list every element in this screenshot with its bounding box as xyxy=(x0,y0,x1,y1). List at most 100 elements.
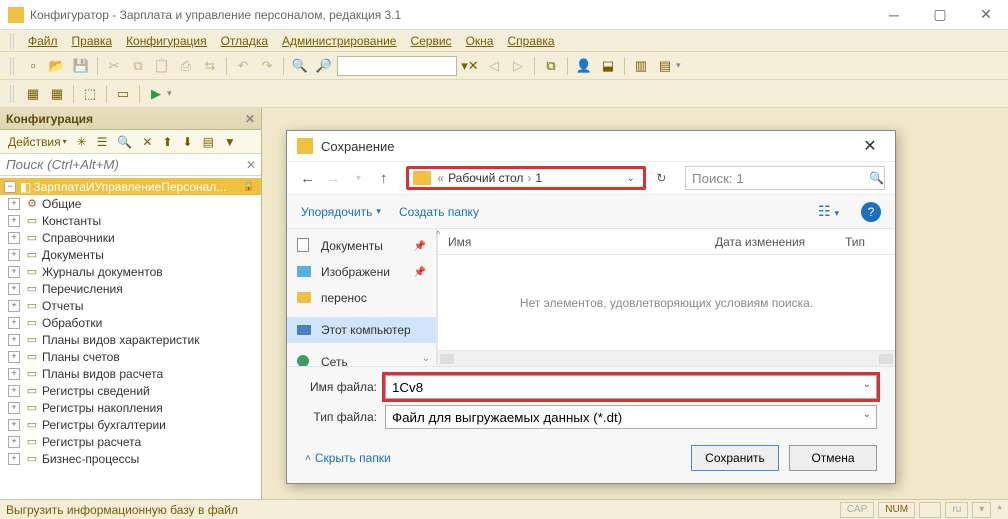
tree-item[interactable]: +▭Планы видов характеристик xyxy=(0,331,261,348)
expand-icon[interactable]: + xyxy=(8,436,20,448)
action-icon-7[interactable]: ▤ xyxy=(199,133,218,151)
tree-item[interactable]: +▭Планы счетов xyxy=(0,348,261,365)
action-icon-3[interactable]: 🔍 xyxy=(113,133,136,151)
panel-close-icon[interactable]: ✕ xyxy=(245,112,255,126)
expand-icon[interactable]: + xyxy=(8,368,20,380)
sidebar-item[interactable]: перенос xyxy=(287,285,436,311)
tree-item[interactable]: +▭Регистры накопления xyxy=(0,399,261,416)
hide-folders-toggle[interactable]: ˄ Скрыть папки xyxy=(305,451,391,465)
expand-icon[interactable]: + xyxy=(8,334,20,346)
minimize-button[interactable]: ─ xyxy=(880,5,908,25)
props-icon[interactable]: ⬓ xyxy=(597,55,619,77)
tree-item[interactable]: +▭Регистры бухгалтерии xyxy=(0,416,261,433)
save-button[interactable]: Сохранить xyxy=(691,445,779,471)
tree-item[interactable]: +▭Регистры сведений xyxy=(0,382,261,399)
sidebar-scroll-icon[interactable]: ⌄ xyxy=(422,353,430,364)
search-dropdown-icon[interactable]: ▾✕ xyxy=(459,55,481,77)
breadcrumb[interactable]: « Рабочий стол › 1 ⌄ xyxy=(406,166,645,190)
tb2-icon-2[interactable]: ▦ xyxy=(46,83,68,105)
nav-up-icon[interactable]: ↑ xyxy=(373,166,394,190)
dialog-search-input[interactable] xyxy=(692,171,869,186)
dialog-close-button[interactable]: ✕ xyxy=(855,134,885,158)
menu-file[interactable]: Файл xyxy=(22,32,64,50)
status-dropdown-icon[interactable]: ▾ xyxy=(972,502,991,518)
col-name[interactable]: ^Имя xyxy=(438,235,705,249)
run-icon[interactable]: ▶ xyxy=(145,83,167,105)
menu-debug[interactable]: Отладка xyxy=(215,32,274,50)
sidebar-item[interactable]: Этот компьютер xyxy=(287,317,436,343)
tree-item[interactable]: +▭Обработки xyxy=(0,314,261,331)
tree-item[interactable]: +▭Регистры расчета xyxy=(0,433,261,450)
expand-icon[interactable]: + xyxy=(8,232,20,244)
sidebar-item[interactable]: Документы📌 xyxy=(287,233,436,259)
menu-windows[interactable]: Окна xyxy=(460,32,500,50)
menu-help[interactable]: Справка xyxy=(501,32,560,50)
expand-icon[interactable]: + xyxy=(8,215,20,227)
tree-root[interactable]: − ◧ ЗарплатаИУправлениеПерсонал... 🔒 xyxy=(0,178,261,195)
tb2-icon-4[interactable]: ▭ xyxy=(112,83,134,105)
expand-icon[interactable]: + xyxy=(8,266,20,278)
actions-menu[interactable]: Действия▾ xyxy=(4,133,71,151)
tb2-icon-1[interactable]: ▦ xyxy=(22,83,44,105)
copy2-icon[interactable]: ⧉ xyxy=(540,55,562,77)
action-icon-1[interactable]: ✳ xyxy=(73,133,91,151)
new-folder-button[interactable]: Создать папку xyxy=(399,205,479,219)
config-tree[interactable]: − ◧ ЗарплатаИУправлениеПерсонал... 🔒 +⚙О… xyxy=(0,176,261,499)
maximize-button[interactable]: ▢ xyxy=(926,5,954,25)
breadcrumb-dropdown-icon[interactable]: ⌄ xyxy=(620,173,640,184)
nav-back-icon[interactable]: ← xyxy=(297,166,318,190)
dialog-search[interactable]: 🔍 xyxy=(685,166,885,190)
expand-icon[interactable]: − xyxy=(4,181,16,193)
menu-administration[interactable]: Администрирование xyxy=(276,32,402,50)
run-dropdown-icon[interactable]: ▾ xyxy=(167,88,172,99)
expand-icon[interactable]: + xyxy=(8,453,20,465)
col-date[interactable]: Дата изменения xyxy=(705,235,835,249)
filename-input[interactable] xyxy=(385,375,877,399)
help-icon[interactable]: ? xyxy=(861,202,881,222)
expand-icon[interactable]: + xyxy=(8,249,20,261)
tree-item[interactable]: +▭Отчеты xyxy=(0,297,261,314)
action-icon-4[interactable]: ✕ xyxy=(138,133,156,151)
tree-item[interactable]: +▭Бизнес-процессы xyxy=(0,450,261,467)
toolbar-search-input[interactable] xyxy=(337,56,457,76)
action-icon-6[interactable]: ⬇ xyxy=(179,133,197,151)
toolbar-dropdown-icon[interactable]: ▾ xyxy=(676,60,681,71)
filetype-select[interactable] xyxy=(385,405,877,429)
crumb-desktop[interactable]: Рабочий стол xyxy=(444,171,527,185)
crumb-folder[interactable]: 1 xyxy=(531,171,546,185)
syntax-assistant-icon[interactable]: 👤 xyxy=(573,55,595,77)
find-icon[interactable]: 🔍 xyxy=(289,55,311,77)
expand-icon[interactable]: + xyxy=(8,283,20,295)
tb2-icon-3[interactable]: ⬚ xyxy=(79,83,101,105)
sidebar-item[interactable]: Сеть xyxy=(287,349,436,366)
organize-menu[interactable]: Упорядочить ▾ xyxy=(301,205,381,219)
expand-icon[interactable]: + xyxy=(8,402,20,414)
tree-item[interactable]: +▭Справочники xyxy=(0,229,261,246)
tree-item[interactable]: +⚙Общие xyxy=(0,195,261,212)
expand-icon[interactable]: + xyxy=(8,317,20,329)
menu-configuration[interactable]: Конфигурация xyxy=(120,32,213,50)
tree-item[interactable]: +▭Документы xyxy=(0,246,261,263)
expand-icon[interactable]: + xyxy=(8,419,20,431)
status-lang[interactable]: ru xyxy=(945,502,968,518)
expand-icon[interactable]: + xyxy=(8,198,20,210)
search-icon[interactable]: 🔍 xyxy=(869,171,884,185)
close-button[interactable]: ✕ xyxy=(972,5,1000,25)
horizontal-scrollbar[interactable] xyxy=(438,350,895,366)
calendar-icon[interactable]: ▥ xyxy=(630,55,652,77)
refresh-icon[interactable]: ↻ xyxy=(650,171,673,185)
action-icon-2[interactable]: ☰ xyxy=(93,133,112,151)
expand-icon[interactable]: + xyxy=(8,351,20,363)
view-mode-icon[interactable]: ☷ ▾ xyxy=(814,203,843,220)
menu-edit[interactable]: Правка xyxy=(66,32,119,50)
expand-icon[interactable]: + xyxy=(8,385,20,397)
open-icon[interactable]: 📂 xyxy=(46,55,68,77)
tree-item[interactable]: +▭Перечисления xyxy=(0,280,261,297)
panel-search-input[interactable] xyxy=(0,154,241,175)
menu-service[interactable]: Сервис xyxy=(404,32,457,50)
expand-icon[interactable]: + xyxy=(8,300,20,312)
calc-icon[interactable]: ▤ xyxy=(654,55,676,77)
action-icon-8[interactable]: ▼ xyxy=(220,133,240,151)
col-type[interactable]: Тип xyxy=(835,235,895,249)
panel-search-clear-icon[interactable]: ✕ xyxy=(241,154,261,175)
